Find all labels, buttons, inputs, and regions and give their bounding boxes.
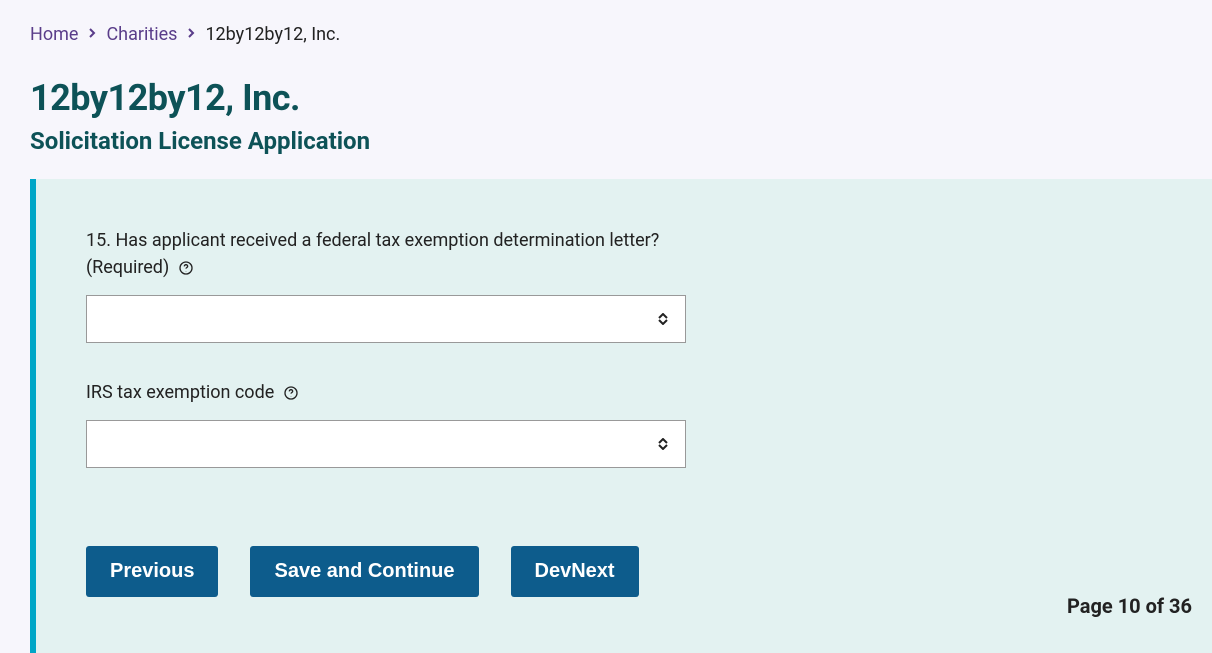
previous-button[interactable]: Previous bbox=[86, 546, 218, 597]
form-group-question15: 15. Has applicant received a federal tax… bbox=[86, 227, 686, 343]
form-panel: 15. Has applicant received a federal tax… bbox=[30, 179, 1212, 653]
help-icon[interactable] bbox=[283, 385, 299, 401]
page-subtitle-heading: Solicitation License Application bbox=[30, 127, 1182, 155]
page-indicator: Page 10 of 36 bbox=[1067, 594, 1192, 618]
devnext-button[interactable]: DevNext bbox=[511, 546, 639, 597]
help-icon[interactable] bbox=[178, 260, 194, 276]
breadcrumb-charities[interactable]: Charities bbox=[106, 24, 177, 45]
irs-code-label-text: IRS tax exemption code bbox=[86, 382, 274, 403]
question15-label-text: 15. Has applicant received a federal tax… bbox=[86, 230, 659, 278]
breadcrumb: Home Charities 12by12by12, Inc. bbox=[0, 0, 1212, 57]
question15-select-wrapper bbox=[86, 295, 686, 343]
chevron-right-icon bbox=[187, 27, 195, 43]
button-row: Previous Save and Continue DevNext bbox=[86, 546, 1162, 597]
breadcrumb-home[interactable]: Home bbox=[30, 24, 78, 45]
question15-label: 15. Has applicant received a federal tax… bbox=[86, 227, 686, 281]
chevron-right-icon bbox=[88, 27, 96, 43]
page-subtitle: Solicitation License Application bbox=[0, 127, 1212, 155]
irs-code-select[interactable] bbox=[86, 420, 686, 468]
save-continue-button[interactable]: Save and Continue bbox=[250, 546, 478, 597]
irs-code-label: IRS tax exemption code bbox=[86, 379, 686, 406]
irs-code-select-wrapper bbox=[86, 420, 686, 468]
form-group-irs-code: IRS tax exemption code bbox=[86, 379, 686, 468]
page-title-heading: 12by12by12, Inc. bbox=[30, 77, 1182, 119]
question15-select[interactable] bbox=[86, 295, 686, 343]
breadcrumb-current: 12by12by12, Inc. bbox=[205, 24, 340, 45]
page-title: 12by12by12, Inc. bbox=[0, 77, 1212, 119]
